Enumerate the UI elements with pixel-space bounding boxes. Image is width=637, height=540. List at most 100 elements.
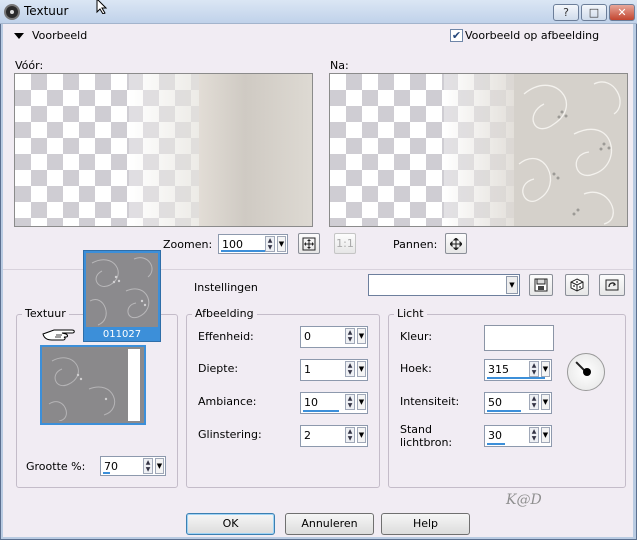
angle-dropdown-arrow[interactable]: ▼ [541, 361, 550, 377]
texture-picker-popup[interactable]: 011027 [83, 250, 161, 342]
texture-size-slider-bar[interactable] [103, 472, 110, 474]
angle-input[interactable]: 315 ▲ ▼ ▼ [484, 359, 552, 381]
texture-popup-name: 011027 [102, 329, 142, 340]
zoom-fit-button[interactable] [298, 233, 320, 254]
angle-slider-bar[interactable] [487, 377, 545, 379]
elevation-dropdown-arrow[interactable]: ▼ [541, 427, 550, 443]
texture-pattern-graphic [518, 81, 621, 225]
elevation-input[interactable]: 30 ▲ ▼ ▼ [484, 425, 552, 447]
settings-label: Instellingen [194, 281, 258, 294]
ambiance-dropdown-arrow[interactable]: ▼ [357, 394, 366, 410]
ambiance-input[interactable]: 10 ▲ ▼ ▼ [300, 392, 368, 414]
intensity-dropdown-arrow[interactable]: ▼ [541, 394, 550, 410]
texture-swatch-image [44, 349, 128, 422]
ambiance-value: 10 [304, 396, 318, 409]
gloss-input[interactable]: 2 ▲ ▼ ▼ [300, 425, 368, 447]
preview-fade-band [444, 74, 514, 226]
save-icon [534, 278, 548, 292]
hand-pointer-icon [42, 329, 75, 341]
depth-dropdown-arrow[interactable]: ▼ [357, 361, 366, 377]
preview-on-image-label[interactable]: Voorbeeld op afbeelding [465, 29, 599, 42]
texture-popup-image[interactable] [86, 253, 158, 327]
texture-group-label: Textuur [22, 307, 69, 320]
texture-swatch-edge [128, 349, 140, 421]
ambiance-slider-bar[interactable] [303, 410, 339, 412]
texture-swatch[interactable] [40, 345, 146, 425]
reset-icon [605, 279, 619, 291]
zoom-stepper[interactable]: ▲ ▼ [265, 236, 275, 252]
depth-value: 1 [304, 363, 311, 376]
pan-icon [449, 237, 463, 251]
save-preset-button[interactable] [529, 274, 553, 296]
preview-solid-band [199, 74, 312, 226]
depth-input[interactable]: 1 ▲ ▼ ▼ [300, 359, 368, 381]
before-preview[interactable] [14, 73, 313, 227]
texture-size-input[interactable]: 70 ▲ ▼ ▼ [100, 456, 166, 476]
angle-stepper[interactable]: ▲ ▼ [529, 361, 539, 377]
texture-pattern-graphic [89, 257, 153, 326]
elevation-slider-bar[interactable] [487, 443, 505, 445]
zoom-fit-icon [302, 237, 316, 251]
ok-button[interactable]: OK [186, 513, 275, 535]
intensity-slider-bar[interactable] [487, 410, 521, 412]
elevation-label-line2: lichtbron: [400, 436, 453, 449]
cancel-button[interactable]: Annuleren [285, 513, 374, 535]
chevron-down-icon[interactable]: ▼ [506, 276, 518, 294]
zoom-dropdown-arrow[interactable]: ▼ [277, 236, 286, 252]
gloss-dropdown-arrow[interactable]: ▼ [357, 427, 366, 443]
zoom-input[interactable]: 100 ▲ ▼ ▼ [218, 234, 288, 254]
gloss-value: 2 [304, 429, 311, 442]
ambiance-stepper[interactable]: ▲ ▼ [345, 394, 355, 410]
pan-label: Pannen: [393, 238, 438, 251]
texture-pattern-graphic [48, 357, 116, 422]
light-color-label: Kleur: [400, 330, 433, 343]
angle-value: 315 [488, 363, 509, 376]
after-label: Na: [330, 59, 349, 72]
intensity-stepper[interactable]: ▲ ▼ [529, 394, 539, 410]
gloss-label: Glinstering: [198, 428, 262, 441]
depth-stepper[interactable]: ▲ ▼ [345, 361, 355, 377]
close-button[interactable]: ✕ [609, 4, 635, 21]
zoom-actual-size-button[interactable]: 1:1 [334, 233, 356, 254]
collapse-arrow-icon[interactable] [14, 33, 24, 39]
angle-dial-knob[interactable] [583, 368, 591, 376]
image-group-label: Afbeelding [192, 307, 257, 320]
light-color-swatch[interactable] [484, 325, 554, 351]
preview-fade-band [129, 74, 199, 226]
smoothness-stepper[interactable]: ▲ ▼ [345, 328, 355, 344]
preview-toggle-label[interactable]: Voorbeeld [32, 29, 87, 42]
elevation-label: Stand lichtbron: [400, 423, 452, 449]
elevation-stepper[interactable]: ▲ ▼ [529, 427, 539, 443]
texture-size-stepper[interactable]: ▲ ▼ [143, 458, 153, 474]
elevation-value: 30 [488, 429, 502, 442]
intensity-value: 50 [488, 396, 502, 409]
randomize-button[interactable] [565, 274, 589, 296]
watermark: K@D [506, 492, 542, 508]
light-group-label: Licht [394, 307, 427, 320]
intensity-input[interactable]: 50 ▲ ▼ ▼ [484, 392, 552, 414]
maximize-button[interactable]: □ [581, 4, 607, 21]
depth-label: Diepte: [198, 362, 239, 375]
random-icon [570, 278, 584, 292]
angle-label: Hoek: [400, 362, 432, 375]
title-help-button[interactable]: ? [553, 4, 579, 21]
pan-button[interactable] [445, 233, 467, 254]
elevation-label-line1: Stand [400, 423, 432, 436]
intensity-label: Intensiteit: [400, 395, 460, 408]
settings-preset-select[interactable]: ▼ [368, 274, 520, 296]
smoothness-input[interactable]: 0 ▲ ▼ ▼ [300, 326, 368, 348]
preview-texture-band [514, 74, 627, 226]
reset-button[interactable] [599, 274, 625, 296]
after-preview[interactable] [329, 73, 628, 227]
ambiance-label: Ambiance: [198, 395, 257, 408]
gloss-stepper[interactable]: ▲ ▼ [345, 427, 355, 443]
zoom-slider-bar[interactable] [221, 250, 271, 252]
smoothness-dropdown-arrow[interactable]: ▼ [357, 328, 366, 344]
preview-on-image-checkbox[interactable]: ✔ [450, 29, 463, 42]
zoom-label: Zoomen: [163, 238, 213, 251]
before-label: Vóór: [15, 59, 44, 72]
texture-size-dropdown-arrow[interactable]: ▼ [155, 458, 164, 474]
help-button[interactable]: Help [381, 513, 470, 535]
smoothness-label: Effenheid: [198, 330, 254, 343]
mouse-cursor-icon [96, 0, 108, 14]
